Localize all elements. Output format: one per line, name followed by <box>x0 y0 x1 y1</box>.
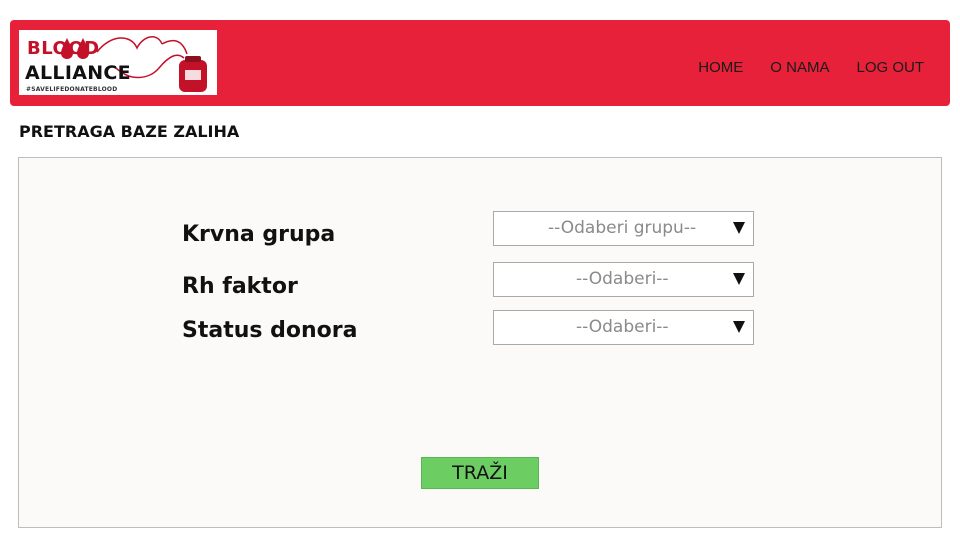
search-button[interactable]: TRAŽI <box>421 457 539 489</box>
donor-status-select-value: --Odaberi-- <box>576 317 669 337</box>
logo-line2: ALLIANCE <box>25 62 131 84</box>
chevron-down-icon <box>733 222 745 234</box>
chevron-down-icon <box>733 321 745 333</box>
rh-factor-label: Rh faktor <box>182 274 298 299</box>
nav-about-link[interactable]: O NAMA <box>770 59 829 76</box>
blood-group-select[interactable]: --Odaberi grupu-- <box>493 211 754 246</box>
search-form-panel: Krvna grupa --Odaberi grupu-- Rh faktor … <box>18 157 942 528</box>
main-nav: HOME O NAMA LOG OUT <box>698 59 924 76</box>
logo-line1: BLOOD <box>27 38 100 59</box>
rh-factor-select[interactable]: --Odaberi-- <box>493 262 754 297</box>
blood-alliance-logo[interactable]: BLOOD ALLIANCE #SAVELIFEDONATEBLOOD <box>19 30 217 95</box>
nav-home-link[interactable]: HOME <box>698 59 743 76</box>
header-bar: BLOOD ALLIANCE #SAVELIFEDONATEBLOOD HOME… <box>10 20 950 106</box>
page-title: PRETRAGA BAZE ZALIHA <box>19 122 240 141</box>
donor-status-select[interactable]: --Odaberi-- <box>493 310 754 345</box>
donor-status-label: Status donora <box>182 318 358 343</box>
nav-logout-link[interactable]: LOG OUT <box>856 59 924 76</box>
blood-group-select-value: --Odaberi grupu-- <box>548 218 697 238</box>
rh-factor-select-value: --Odaberi-- <box>576 269 669 289</box>
blood-group-label: Krvna grupa <box>182 222 336 247</box>
logo-tagline: #SAVELIFEDONATEBLOOD <box>26 86 118 93</box>
chevron-down-icon <box>733 273 745 285</box>
